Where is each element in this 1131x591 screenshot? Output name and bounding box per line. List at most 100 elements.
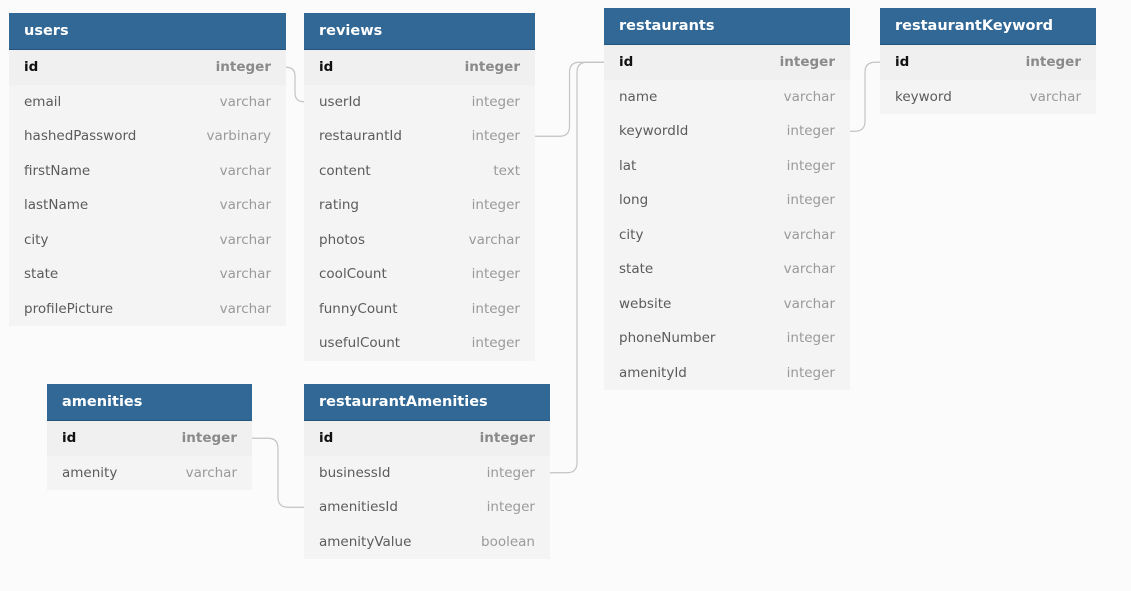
table-row[interactable]: state varchar	[604, 252, 850, 287]
column-name: funnyCount	[319, 300, 398, 317]
table-row[interactable]: name varchar	[604, 80, 850, 115]
table-users[interactable]: users id integer email varchar hashedPassword…	[9, 13, 286, 326]
column-type: integer	[471, 266, 520, 283]
table-row[interactable]: keywordId integer	[604, 114, 850, 149]
table-row[interactable]: lastName varchar	[9, 188, 286, 223]
table-row[interactable]: photos varchar	[304, 223, 535, 258]
column-name: state	[24, 266, 59, 283]
column-name: coolCount	[319, 266, 387, 283]
table-row[interactable]: businessId integer	[304, 456, 550, 491]
table-header[interactable]: restaurantKeyword	[880, 8, 1096, 45]
table-row[interactable]: id integer	[304, 421, 550, 456]
column-type: integer	[786, 330, 835, 347]
column-name: long	[619, 192, 649, 209]
table-row[interactable]: userId integer	[304, 85, 535, 120]
column-name: keyword	[895, 88, 952, 105]
table-reviews[interactable]: reviews id integer userId integer restaurantI…	[304, 13, 535, 361]
column-type: integer	[215, 59, 271, 76]
table-row[interactable]: coolCount integer	[304, 257, 535, 292]
column-type: varchar	[468, 231, 520, 248]
table-row[interactable]: firstName varchar	[9, 154, 286, 189]
column-name: amenityId	[619, 364, 687, 381]
column-type: varchar	[219, 197, 271, 214]
column-name: email	[24, 93, 62, 110]
column-name: state	[619, 261, 654, 278]
column-type: integer	[786, 157, 835, 174]
column-type: integer	[471, 300, 520, 317]
column-type: integer	[486, 499, 535, 516]
column-name: profilePicture	[24, 300, 114, 317]
table-restaurantAmenities[interactable]: restaurantAmenities id integer businessId in…	[304, 384, 550, 559]
column-type: integer	[471, 335, 520, 352]
table-row[interactable]: amenityId integer	[604, 356, 850, 391]
table-header[interactable]: restaurantAmenities	[304, 384, 550, 421]
table-header[interactable]: users	[9, 13, 286, 50]
table-row[interactable]: city varchar	[9, 223, 286, 258]
table-row[interactable]: hashedPassword varbinary	[9, 119, 286, 154]
column-type: varchar	[1029, 88, 1081, 105]
table-row[interactable]: state varchar	[9, 257, 286, 292]
table-header[interactable]: reviews	[304, 13, 535, 50]
column-name: usefulCount	[319, 335, 401, 352]
column-type: integer	[181, 430, 237, 447]
table-row[interactable]: phoneNumber integer	[604, 321, 850, 356]
column-name: website	[619, 295, 672, 312]
table-row[interactable]: long integer	[604, 183, 850, 218]
column-name: amenity	[62, 464, 118, 481]
table-row[interactable]: website varchar	[604, 287, 850, 322]
column-type: integer	[471, 93, 520, 110]
column-type: integer	[486, 464, 535, 481]
table-row[interactable]: usefulCount integer	[304, 326, 535, 361]
column-name: id	[62, 430, 77, 447]
table-row[interactable]: restaurantId integer	[304, 119, 535, 154]
relation-restaurantAmenities-restaurants[interactable]	[550, 61, 604, 474]
column-type: text	[493, 162, 520, 179]
table-amenities[interactable]: amenities id integer amenity varchar	[47, 384, 252, 490]
table-row[interactable]: content text	[304, 154, 535, 189]
table-row[interactable]: lat integer	[604, 149, 850, 184]
column-type: varchar	[219, 93, 271, 110]
relation-reviews-restaurants[interactable]	[535, 61, 604, 137]
table-row[interactable]: id integer	[9, 50, 286, 85]
column-name: amenityValue	[319, 533, 412, 550]
column-type: varchar	[219, 266, 271, 283]
table-row[interactable]: amenity varchar	[47, 456, 252, 491]
table-restaurants[interactable]: restaurants id integer name varchar keywordId…	[604, 8, 850, 390]
table-row[interactable]: amenitiesId integer	[304, 490, 550, 525]
table-row[interactable]: keyword varchar	[880, 80, 1096, 115]
column-type: varchar	[185, 464, 237, 481]
table-row[interactable]: id integer	[880, 45, 1096, 80]
table-row[interactable]: id integer	[47, 421, 252, 456]
column-name: id	[895, 54, 910, 71]
relation-amenities-restaurantAmenities[interactable]	[252, 437, 304, 508]
column-name: lat	[619, 157, 637, 174]
table-row[interactable]: funnyCount integer	[304, 292, 535, 327]
table-row[interactable]: id integer	[604, 45, 850, 80]
column-name: id	[319, 59, 334, 76]
table-row[interactable]: amenityValue boolean	[304, 525, 550, 560]
column-name: content	[319, 162, 371, 179]
column-name: hashedPassword	[24, 128, 137, 145]
table-row[interactable]: profilePicture varchar	[9, 292, 286, 327]
relation-users-reviews[interactable]	[285, 66, 305, 103]
column-name: restaurantId	[319, 128, 402, 145]
column-type: boolean	[481, 533, 535, 550]
column-type: integer	[479, 430, 535, 447]
table-row[interactable]: city varchar	[604, 218, 850, 253]
relation-restaurants-restaurantKeyword[interactable]	[850, 61, 880, 132]
table-header[interactable]: restaurants	[604, 8, 850, 45]
column-name: businessId	[319, 464, 391, 481]
column-type: varchar	[783, 295, 835, 312]
column-type: integer	[1025, 54, 1081, 71]
column-name: rating	[319, 197, 359, 214]
column-name: id	[24, 59, 39, 76]
column-type: integer	[786, 123, 835, 140]
table-restaurantKeyword[interactable]: restaurantKeyword id integer keyword varchar	[880, 8, 1096, 114]
table-row[interactable]: rating integer	[304, 188, 535, 223]
table-header[interactable]: amenities	[47, 384, 252, 421]
table-row[interactable]: id integer	[304, 50, 535, 85]
column-type: integer	[786, 192, 835, 209]
column-type: varchar	[219, 300, 271, 317]
column-type: integer	[779, 54, 835, 71]
table-row[interactable]: email varchar	[9, 85, 286, 120]
